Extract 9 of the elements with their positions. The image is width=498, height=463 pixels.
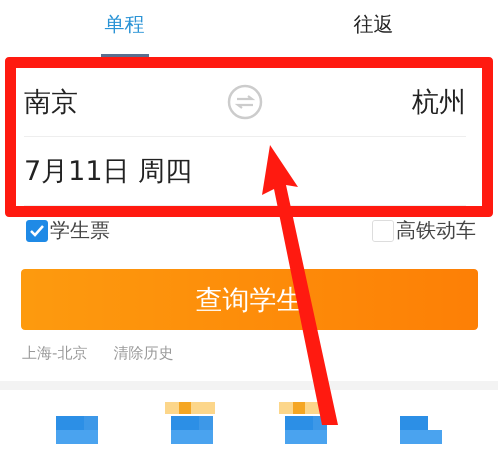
arrival-city[interactable]: 杭州 — [412, 84, 466, 120]
travel-date[interactable]: 7月11日 周四 — [24, 153, 192, 189]
checkbox-label: 高铁动车 — [396, 217, 476, 244]
trip-tab[interactable]: 往返 — [350, 1, 398, 57]
check-icon — [30, 224, 44, 236]
checkbox[interactable] — [26, 220, 48, 242]
swap-icon[interactable] — [227, 84, 263, 120]
departure-city[interactable]: 南京 — [24, 84, 78, 120]
checkbox-label: 学生票 — [50, 217, 110, 244]
